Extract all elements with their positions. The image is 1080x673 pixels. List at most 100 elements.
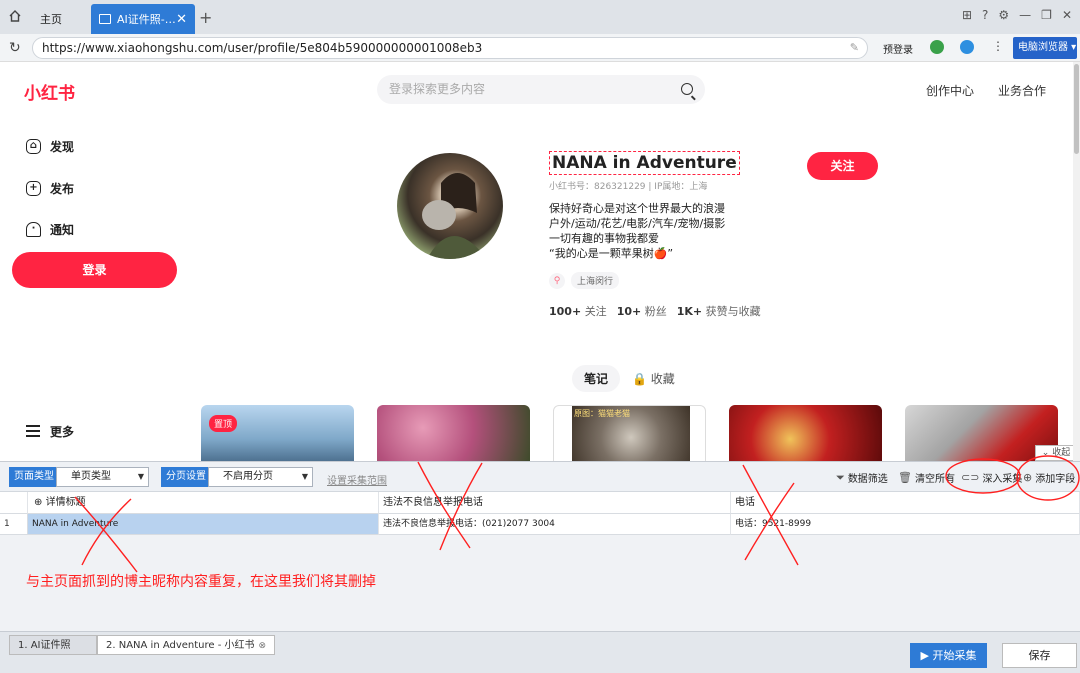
browser-mode-button[interactable]: 电脑浏览器 ▾	[1013, 37, 1077, 59]
deep-collect-button[interactable]: ⊂⊃ 深入采集	[961, 470, 1022, 485]
tab-home-label: 主页	[40, 13, 62, 26]
chevron-down-icon: ▼	[137, 472, 144, 481]
crosshair-icon: ⊕	[34, 497, 43, 508]
business-link[interactable]: 业务合作	[998, 82, 1046, 99]
page-type-label: 页面类型	[9, 467, 59, 487]
bio-line: “我的心是一颗苹果树🍎”	[549, 247, 674, 260]
chevron-down-icon: ▼	[301, 472, 308, 481]
collapse-button[interactable]: ⌄ 收起	[1035, 445, 1077, 461]
restore-icon[interactable]: ❐	[1041, 8, 1052, 22]
paging-select[interactable]: 不启用分页 ▼	[208, 467, 313, 487]
login-button[interactable]: 登录	[12, 252, 177, 288]
menu-icon	[26, 422, 40, 440]
nav-notify[interactable]: · 通知	[26, 221, 74, 238]
task-tab-bar: 1. AI证件照 2. NANA in Adventure - 小红书 ⊗ ▶ 开…	[0, 631, 1080, 673]
task-tab-active[interactable]: 2. NANA in Adventure - 小红书 ⊗	[97, 635, 276, 655]
search-icon[interactable]	[681, 83, 693, 95]
new-tab-icon[interactable]: +	[199, 8, 212, 27]
scraper-toolbar: 页面类型 单页类型 ▼ 分页设置 不启用分页 ▼ 设置采集范围 ⏷ 数据筛选 🗑 清…	[0, 462, 1080, 492]
page-scrollbar[interactable]	[1073, 62, 1080, 461]
edit-url-icon[interactable]: ✎	[850, 38, 859, 58]
search-placeholder: 登录探索更多内容	[389, 82, 486, 96]
close-window-icon[interactable]: ✕	[1062, 8, 1072, 22]
location-tag: ⚲ 上海闵行	[549, 272, 620, 289]
stat-num: 100+	[549, 305, 582, 318]
tab-active-label: AI证件照-…	[117, 13, 176, 26]
stat-label: 获赞与收藏	[705, 305, 761, 318]
profile-name: NANA in Adventure	[549, 151, 740, 175]
nav-more[interactable]: 更多	[26, 422, 74, 440]
minimize-icon[interactable]: —	[1019, 8, 1031, 22]
collapse-label: 收起	[1052, 448, 1071, 458]
data-filter-button[interactable]: ⏷ 数据筛选	[836, 470, 888, 486]
link-icon: ⊂⊃	[961, 471, 980, 484]
publish-icon: +	[26, 181, 41, 196]
profile-id: 小红书号：826321229 | IP属地：上海	[549, 182, 708, 192]
table-cell[interactable]: 违法不良信息举报电话：(021)2077 3004	[379, 514, 731, 535]
search-input[interactable]: 登录探索更多内容	[377, 75, 705, 104]
extension-green-icon[interactable]	[930, 40, 944, 54]
column-header[interactable]: 电话	[731, 492, 1080, 514]
page-type-select[interactable]: 单页类型 ▼	[56, 467, 149, 487]
avatar-photo-icon	[422, 173, 487, 259]
close-task-icon[interactable]: ⊗	[259, 641, 267, 651]
pre-login-button[interactable]: 预登录	[883, 41, 913, 56]
close-tab-icon[interactable]: ✕	[176, 12, 187, 27]
card-caption: 原图：猫猫老猫	[574, 409, 630, 418]
data-filter-label: 数据筛选	[847, 474, 888, 485]
nav-discover[interactable]: ⌂ 发现	[26, 138, 74, 155]
stat-likes[interactable]: 1K+ 获赞与收藏	[677, 303, 761, 319]
annotation-text: 与主页面抓到的博主昵称内容重复，在这里我们将其删掉	[26, 574, 376, 590]
table-cell[interactable]: 电话：9521-8999	[731, 514, 1080, 535]
nav-publish[interactable]: + 发布	[26, 180, 74, 197]
note-card[interactable]	[729, 405, 882, 462]
reload-icon[interactable]: ↻	[9, 40, 21, 56]
home-icon[interactable]	[8, 9, 22, 23]
window-controls: ⊞ ? ⚙ — ❐ ✕	[962, 8, 1072, 22]
note-card[interactable]	[377, 405, 530, 462]
follow-button[interactable]: 关注	[807, 152, 878, 180]
pinned-badge: 置顶	[209, 415, 238, 432]
bio-line: 一切有趣的事物我都爱	[549, 232, 659, 245]
save-button[interactable]: 保存	[1002, 643, 1077, 668]
task-tab[interactable]: 1. AI证件照	[9, 635, 97, 655]
tab-notes[interactable]: 笔记	[572, 365, 621, 392]
bio-line: 保持好奇心是对这个世界最大的浪漫	[549, 202, 725, 215]
url-input[interactable]: https://www.xiaohongshu.com/user/profile…	[32, 37, 868, 59]
more-menu-icon[interactable]: ⋮	[992, 39, 1004, 53]
stat-fans[interactable]: 10+ 粉丝	[617, 303, 667, 319]
column-header[interactable]: ⊕ 详情标题	[28, 492, 379, 514]
collect-range-link[interactable]: 设置采集范围	[327, 472, 387, 487]
add-field-button[interactable]: ⊕ 添加字段	[1023, 470, 1075, 485]
location-pin-icon: ⚲	[549, 272, 565, 289]
trash-icon: 🗑	[898, 471, 912, 484]
start-collect-label: 开始采集	[932, 649, 977, 662]
profile-avatar[interactable]	[397, 153, 503, 259]
tab-active[interactable]: AI证件照-… ✕	[91, 4, 195, 34]
site-logo[interactable]: 小红书	[24, 79, 75, 104]
creator-center-link[interactable]: 创作中心	[926, 82, 974, 99]
page-icon	[99, 14, 111, 24]
discover-icon: ⌂	[26, 139, 41, 154]
stat-label: 关注	[584, 305, 607, 318]
profile-tabs: 笔记 🔒 收藏	[572, 365, 675, 392]
task-tab-label: 2. NANA in Adventure - 小红书	[106, 640, 255, 651]
clear-all-button[interactable]: 🗑 清空所有	[898, 470, 955, 485]
stat-label: 粉丝	[644, 305, 667, 318]
stat-num: 10+	[616, 305, 642, 318]
help-icon[interactable]: ?	[982, 8, 988, 22]
nav-discover-label: 发现	[50, 140, 75, 154]
scraper-panel: 页面类型 单页类型 ▼ 分页设置 不启用分页 ▼ 设置采集范围 ⏷ 数据筛选 🗑 清…	[0, 461, 1080, 673]
start-collect-button[interactable]: ▶ 开始采集	[910, 643, 987, 668]
extension-blue-icon[interactable]	[960, 40, 974, 54]
tab-home[interactable]: 主页	[30, 4, 90, 34]
table-cell[interactable]: NANA in Adventure	[28, 514, 379, 535]
tab-collections[interactable]: 🔒 收藏	[632, 365, 675, 392]
gift-icon[interactable]: ⊞	[962, 8, 972, 22]
column-header[interactable]: 违法不良信息举报电话	[379, 492, 731, 514]
gear-icon[interactable]: ⚙	[998, 8, 1009, 22]
note-card[interactable]: 原图：猫猫老猫	[553, 405, 706, 462]
note-card[interactable]: 置顶	[201, 405, 354, 462]
stat-following[interactable]: 100+ 关注	[549, 303, 607, 319]
scrollbar-thumb[interactable]	[1074, 64, 1079, 154]
